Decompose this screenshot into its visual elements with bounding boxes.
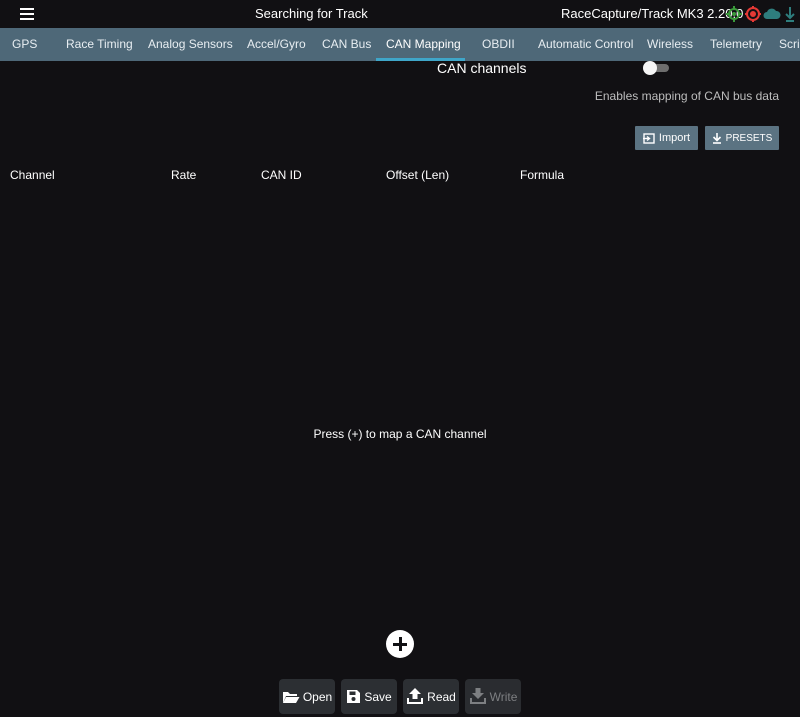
tab-scripting[interactable]: Scri (779, 28, 800, 61)
tab-wireless[interactable]: Wireless (647, 28, 693, 61)
open-button[interactable]: Open (279, 679, 335, 714)
can-channels-label: CAN channels (437, 60, 527, 76)
tab-gps[interactable]: GPS (12, 28, 37, 61)
gps-status-icon[interactable] (726, 6, 742, 22)
tab-analog-sensors[interactable]: Analog Sensors (148, 28, 233, 61)
import-icon (642, 132, 655, 144)
read-label: Read (427, 689, 456, 704)
read-button[interactable]: Read (403, 679, 459, 714)
upload-icon (407, 688, 424, 704)
track-status-title: Searching for Track (255, 6, 368, 21)
download-icon (469, 688, 486, 704)
status-icons (726, 6, 800, 24)
write-button[interactable]: Write (465, 679, 521, 714)
empty-list-hint: Press (+) to map a CAN channel (313, 427, 487, 441)
import-button[interactable]: Import (635, 126, 698, 150)
tab-automatic-control[interactable]: Automatic Control (538, 28, 633, 61)
tab-can-mapping[interactable]: CAN Mapping (386, 28, 461, 61)
tab-obdii[interactable]: OBDII (482, 28, 515, 61)
app-version-label: RaceCapture/Track MK3 2.20.0 (561, 6, 744, 21)
save-label: Save (364, 689, 392, 704)
config-tab-bar: GPS Race Timing Analog Sensors Accel/Gyr… (0, 28, 800, 61)
add-channel-button[interactable] (386, 630, 414, 658)
tab-accel-gyro[interactable]: Accel/Gyro (247, 28, 306, 61)
presets-button[interactable]: PRESETS (705, 126, 779, 150)
hamburger-menu-icon[interactable] (19, 7, 35, 21)
can-channels-description: Enables mapping of CAN bus data (594, 89, 779, 103)
save-icon (347, 690, 361, 703)
column-header-can-id: CAN ID (261, 168, 302, 182)
telemetry-status-icon[interactable] (784, 6, 796, 22)
presets-label: PRESETS (725, 132, 773, 144)
download-icon (712, 132, 721, 144)
tab-can-bus[interactable]: CAN Bus (322, 28, 371, 61)
cloud-status-icon[interactable] (763, 6, 781, 22)
tab-telemetry[interactable]: Telemetry (710, 28, 762, 61)
column-header-channel: Channel (10, 168, 55, 182)
logging-status-icon[interactable] (745, 6, 761, 22)
folder-open-icon (282, 691, 300, 703)
top-bar: Searching for Track RaceCapture/Track MK… (0, 0, 800, 28)
write-label: Write (489, 689, 518, 704)
save-button[interactable]: Save (341, 679, 397, 714)
column-header-rate: Rate (171, 168, 197, 182)
tab-race-timing[interactable]: Race Timing (66, 28, 133, 61)
toggle-knob (643, 61, 657, 75)
open-label: Open (302, 689, 333, 704)
can-channels-toggle[interactable] (643, 61, 669, 75)
column-header-offset: Offset (Len) (386, 168, 450, 182)
column-header-formula: Formula (520, 168, 565, 182)
import-label: Import (658, 132, 691, 144)
